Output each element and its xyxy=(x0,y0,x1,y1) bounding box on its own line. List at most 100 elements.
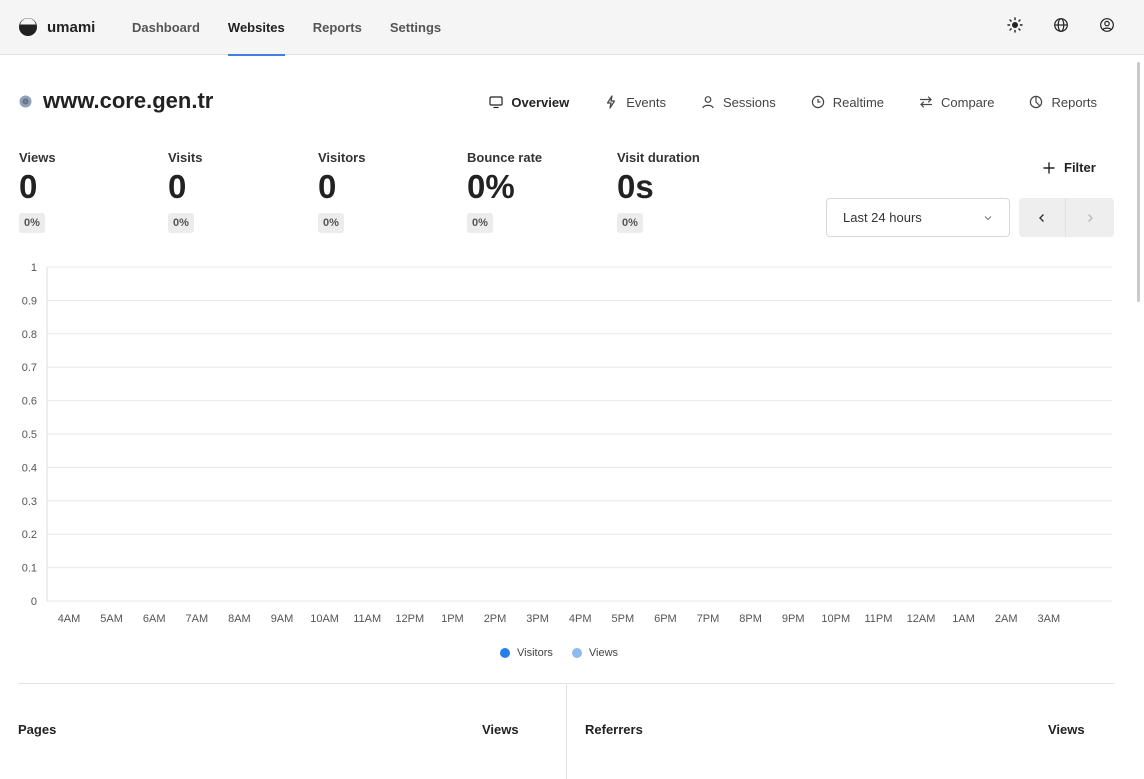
site-favicon-icon xyxy=(19,95,32,108)
y-tick-label: 0.5 xyxy=(22,429,37,441)
x-tick-label: 9PM xyxy=(782,613,805,625)
date-range-select[interactable]: Last 24 hours xyxy=(826,198,1010,237)
globe-icon[interactable] xyxy=(1053,17,1069,33)
date-pager xyxy=(1019,198,1114,237)
website-title: www.core.gen.tr xyxy=(43,88,214,113)
metric-label: Views xyxy=(19,150,56,165)
metric-views: Views 0 0% xyxy=(19,150,56,233)
tab-label: Compare xyxy=(941,94,995,110)
plus-icon xyxy=(1043,161,1055,174)
x-tick-label: 4AM xyxy=(58,613,81,625)
tab-sessions[interactable]: Sessions xyxy=(701,93,776,111)
website-tabs: Overview Events Sessions Realtime Compar… xyxy=(489,93,1097,111)
filter-label: Filter xyxy=(1064,160,1096,175)
metric-label: Visitors xyxy=(318,150,366,165)
x-tick-label: 3PM xyxy=(526,613,549,625)
metric-change-badge: 0% xyxy=(318,213,344,233)
tab-label: Overview xyxy=(511,94,570,110)
top-navigation-bar: umami Dashboard Websites Reports Setting… xyxy=(0,0,1144,56)
monitor-icon xyxy=(489,96,503,109)
metric-change-badge: 0% xyxy=(467,213,493,233)
pages-panel-metric-header: Views xyxy=(482,722,519,737)
date-range-value: Last 24 hours xyxy=(843,210,922,225)
tab-realtime[interactable]: Realtime xyxy=(811,93,884,111)
nav-reports[interactable]: Reports xyxy=(313,0,362,55)
referrers-panel-title: Referrers xyxy=(585,722,643,737)
metric-value: 0 xyxy=(318,168,337,205)
metric-value: 0s xyxy=(617,168,654,205)
previous-period-button[interactable] xyxy=(1019,198,1066,237)
user-icon xyxy=(702,96,714,109)
x-tick-label: 11PM xyxy=(864,613,892,625)
metric-visitors: Visitors 0 0% xyxy=(318,150,365,233)
x-tick-label: 7PM xyxy=(697,613,720,625)
umami-logo-icon xyxy=(19,18,37,36)
y-tick-label: 0.3 xyxy=(22,496,37,508)
tab-label: Events xyxy=(626,94,666,110)
chevron-right-icon xyxy=(1088,213,1093,222)
sun-icon[interactable] xyxy=(1007,17,1023,33)
x-tick-label: 4PM xyxy=(569,613,592,625)
user-circle-icon[interactable] xyxy=(1099,17,1115,33)
chevron-down-icon xyxy=(984,216,992,221)
metric-value: 0 xyxy=(168,168,187,205)
nav-websites[interactable]: Websites xyxy=(227,0,285,56)
y-tick-label: 0.2 xyxy=(22,529,37,541)
traffic-chart: 0 0.1 0.2 0.3 0.4 0.5 0.6 0.7 0.8 0.9 1 4AM 5AM 6AM 7A… xyxy=(22,262,1112,625)
nav-settings[interactable]: Settings xyxy=(390,0,441,55)
x-tick-label: 2AM xyxy=(995,613,1018,625)
metric-change-badge: 0% xyxy=(19,213,45,233)
legend-label: Views xyxy=(588,647,619,659)
x-tick-label: 5AM xyxy=(100,613,123,625)
tab-reports[interactable]: Reports xyxy=(1029,93,1097,111)
lightning-icon xyxy=(607,95,616,109)
x-tick-label: 8PM xyxy=(739,613,762,625)
legend-item-visitors[interactable]: Visitors xyxy=(500,647,553,659)
metric-visit-duration: Visit duration 0s 0% xyxy=(617,150,700,233)
legend-label: Visitors xyxy=(517,647,553,659)
y-tick-label: 0.4 xyxy=(22,462,37,474)
x-tick-label: 8AM xyxy=(228,613,251,625)
x-tick-label: 10AM xyxy=(310,613,339,625)
x-tick-label: 10PM xyxy=(821,613,850,625)
chevron-left-icon xyxy=(1039,213,1044,222)
metric-label: Visit duration xyxy=(617,150,700,165)
chart-legend: Visitors Views xyxy=(500,647,618,659)
clock-icon xyxy=(811,95,824,109)
tab-overview[interactable]: Overview xyxy=(489,93,569,111)
legend-dot xyxy=(571,648,582,658)
y-tick-label: 0.6 xyxy=(22,396,37,408)
next-period-button[interactable] xyxy=(1066,198,1114,237)
x-tick-label: 11AM xyxy=(353,613,381,625)
panel-divider xyxy=(566,684,567,779)
tab-label: Realtime xyxy=(832,94,884,110)
y-tick-label: 0.9 xyxy=(22,295,37,307)
app-name: umami xyxy=(47,18,96,36)
metric-change-badge: 0% xyxy=(168,213,194,233)
app-logo[interactable]: umami xyxy=(18,17,95,37)
nav-dashboard[interactable]: Dashboard xyxy=(132,0,200,55)
x-tick-label: 1AM xyxy=(952,613,975,625)
main-nav: Dashboard Websites Reports Settings xyxy=(132,0,469,56)
metric-label: Visits xyxy=(168,150,203,165)
metric-value: 0% xyxy=(467,168,515,205)
x-tick-label: 5PM xyxy=(611,613,634,625)
x-tick-label: 3AM xyxy=(1037,613,1060,625)
header-actions xyxy=(1007,17,1115,33)
x-tick-label: 12PM xyxy=(395,613,424,625)
y-tick-label: 0 xyxy=(31,596,37,608)
x-tick-label: 2PM xyxy=(484,613,507,625)
referrers-panel-metric-header: Views xyxy=(1048,722,1085,737)
tab-label: Reports xyxy=(1051,94,1097,110)
tab-label: Sessions xyxy=(722,94,776,110)
filter-button[interactable]: Filter xyxy=(1043,160,1096,175)
arrows-swap-icon xyxy=(919,96,933,108)
legend-item-views[interactable]: Views xyxy=(571,647,619,659)
x-tick-label: 6AM xyxy=(143,613,166,625)
x-tick-label: 9AM xyxy=(271,613,294,625)
tab-events[interactable]: Events xyxy=(604,93,666,111)
pie-icon xyxy=(1030,95,1043,109)
legend-dot xyxy=(500,648,510,658)
tab-compare[interactable]: Compare xyxy=(919,93,994,111)
x-tick-label: 7AM xyxy=(185,613,208,625)
